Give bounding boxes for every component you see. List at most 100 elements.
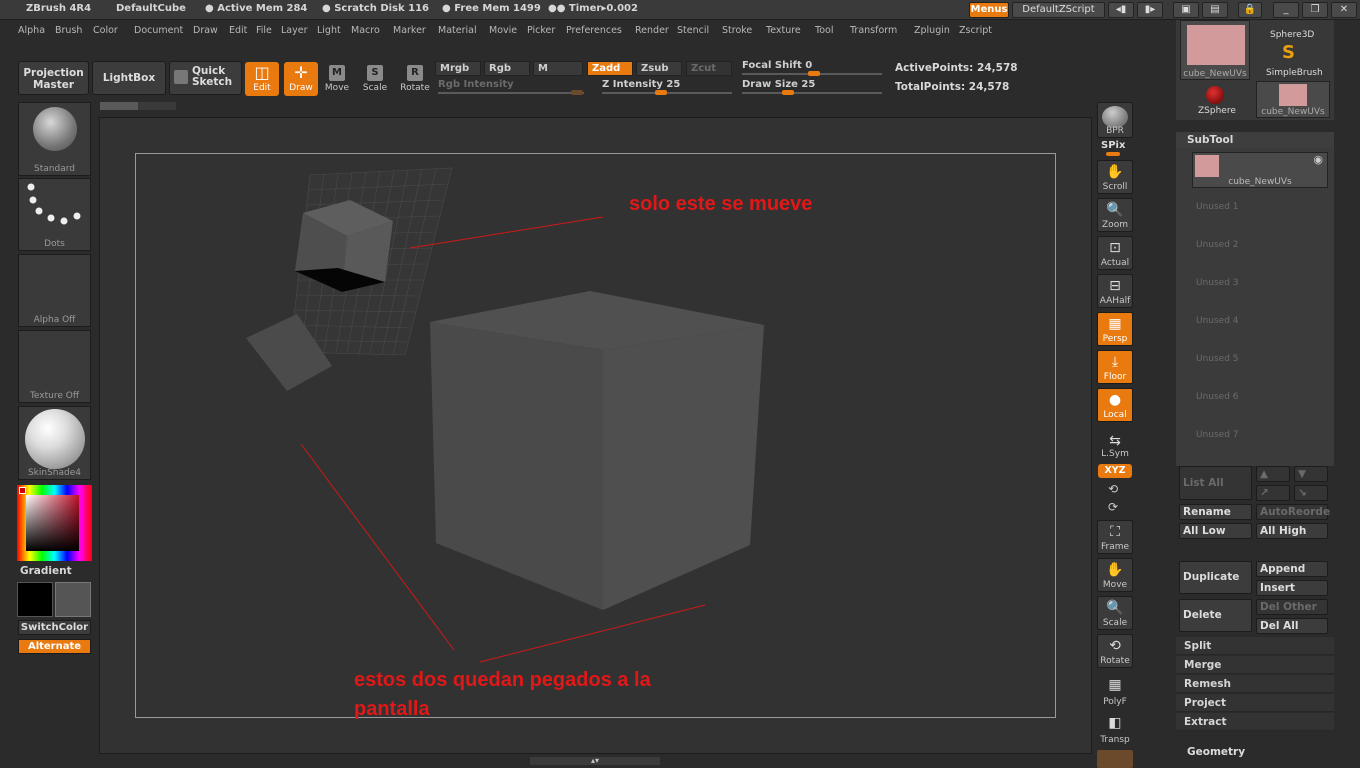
project-section[interactable]: Project [1176, 694, 1334, 712]
move-up-right-icon[interactable]: ↗ [1256, 485, 1290, 501]
move-view-label: Move [1102, 580, 1128, 590]
polyf-label: PolyF [1103, 697, 1127, 707]
scale-magnifier-icon: 🔍 [1106, 600, 1124, 616]
bpr-sphere-icon [1102, 106, 1128, 128]
scroll-button[interactable]: ✋ Scroll [1097, 160, 1133, 194]
actual-button[interactable]: ⊡ Actual [1097, 236, 1133, 270]
cube-thumb-main[interactable]: cube_NewUVs [1180, 20, 1250, 80]
move-down-right-icon[interactable]: ↘ [1294, 485, 1328, 501]
perspective-grid-icon: ▦ [1108, 316, 1122, 332]
lsym-button[interactable]: ⇆ L.Sym [1097, 430, 1133, 460]
transp-button[interactable]: ◧ Transp [1097, 712, 1133, 746]
local-button[interactable]: ● Local [1097, 388, 1133, 422]
aahalf-button[interactable]: ⊟ AAHalf [1097, 274, 1133, 308]
scale-view-button[interactable]: 🔍 Scale [1097, 596, 1133, 630]
actual-size-icon: ⊡ [1109, 240, 1121, 256]
simplebrush-label[interactable]: SimpleBrush [1266, 68, 1323, 78]
subtool-unused-2[interactable]: Unused 2 [1196, 240, 1239, 250]
simplebrush-icon: S [1282, 42, 1295, 63]
annotation-bottom-line1: estos dos quedan pegados a la [354, 669, 651, 691]
rename-button[interactable]: Rename [1179, 504, 1252, 520]
remesh-section[interactable]: Remesh [1176, 675, 1334, 693]
persp-button[interactable]: ▦ Persp [1097, 312, 1133, 346]
big-cube [430, 291, 764, 610]
subtool-active-item[interactable]: ◉ cube_NewUVs [1192, 152, 1328, 188]
cube-thumb-preview [1187, 25, 1245, 65]
subtool-unused-5[interactable]: Unused 5 [1196, 354, 1239, 364]
zoom-label: Zoom [1102, 220, 1128, 230]
frame-label: Frame [1100, 542, 1130, 552]
frame-button[interactable]: ⛶ Frame [1097, 520, 1133, 554]
rotate-view-button[interactable]: ⟲ Rotate [1097, 634, 1133, 668]
cube-thumb-second[interactable]: cube_NewUVs [1256, 81, 1330, 118]
geometry-header[interactable]: Geometry [1187, 746, 1245, 758]
cube-thumb-second-label: cube_NewUVs [1261, 107, 1325, 117]
subtool-visibility-icon[interactable]: ◉ [1313, 153, 1323, 166]
floor-button[interactable]: ⤓ Floor [1097, 350, 1133, 384]
subtool-header[interactable]: SubTool [1176, 132, 1334, 148]
rotate-view-icon: ⟲ [1109, 638, 1121, 654]
viewport-scene [246, 167, 764, 663]
split-section[interactable]: Split [1176, 637, 1334, 655]
transp-label: Transp [1100, 735, 1130, 745]
spix-slider[interactable] [1106, 152, 1120, 156]
duplicate-button[interactable]: Duplicate [1179, 561, 1252, 594]
local-icon: ● [1108, 392, 1122, 408]
subtool-active-name: cube_NewUVs [1228, 177, 1292, 187]
append-button[interactable]: Append [1256, 561, 1328, 577]
persp-label: Persp [1102, 334, 1128, 344]
scale-view-label: Scale [1102, 618, 1128, 628]
frame-icon: ⛶ [1110, 524, 1120, 540]
move-down-icon[interactable]: ▼ [1294, 466, 1328, 482]
spix-label[interactable]: SPix [1101, 140, 1125, 151]
rotate-view-label: Rotate [1100, 656, 1130, 666]
insert-button[interactable]: Insert [1256, 580, 1328, 596]
list-all-button[interactable]: List All [1179, 466, 1252, 500]
zoom-button[interactable]: 🔍 Zoom [1097, 198, 1133, 232]
tool-palette-thumbs: cube_NewUVs Sphere3D S SimpleBrush ZSphe… [1176, 20, 1334, 120]
subtool-thumb [1195, 155, 1219, 177]
subtool-unused-1[interactable]: Unused 1 [1196, 202, 1239, 212]
scroll-label: Scroll [1102, 182, 1128, 192]
extract-section[interactable]: Extract [1176, 713, 1334, 731]
del-all-button[interactable]: Del All [1256, 618, 1328, 634]
subtool-unused-6[interactable]: Unused 6 [1196, 392, 1239, 402]
del-other-button[interactable]: Del Other [1256, 599, 1328, 615]
move-up-icon[interactable]: ▲ [1256, 466, 1290, 482]
annotation-bottom-line2: pantalla [354, 698, 430, 720]
cube-thumb-label: cube_NewUVs [1183, 69, 1247, 79]
rotate-y-icon[interactable]: ⟲ [1108, 482, 1118, 496]
bottom-tray-handle[interactable]: ▴▾ [530, 757, 660, 765]
floor-label: Floor [1103, 372, 1127, 382]
sphere3d-label[interactable]: Sphere3D [1270, 30, 1314, 40]
annotation-top: solo este se mueve [629, 193, 813, 215]
lsym-label: L.Sym [1101, 449, 1129, 459]
aahalf-label: AAHalf [1099, 296, 1131, 306]
local-label: Local [1103, 410, 1127, 420]
zsphere-icon [1206, 86, 1224, 104]
delete-button[interactable]: Delete [1179, 599, 1252, 632]
move-hand-icon: ✋ [1106, 562, 1124, 578]
auto-reorder-button[interactable]: AutoReorde [1256, 504, 1330, 520]
transparency-icon: ◧ [1108, 715, 1122, 731]
actual-label: Actual [1100, 258, 1130, 268]
move-view-button[interactable]: ✋ Move [1097, 558, 1133, 592]
subtool-unused-7[interactable]: Unused 7 [1196, 430, 1239, 440]
cube-thumb-second-preview [1279, 84, 1307, 106]
zsphere-label[interactable]: ZSphere [1198, 106, 1236, 116]
polyf-button[interactable]: ▦ PolyF [1097, 674, 1133, 708]
all-high-button[interactable]: All High [1256, 523, 1328, 539]
subtool-unused-3[interactable]: Unused 3 [1196, 278, 1239, 288]
subtool-unused-4[interactable]: Unused 4 [1196, 316, 1239, 326]
subtool-list [1176, 148, 1334, 466]
all-low-button[interactable]: All Low [1179, 523, 1252, 539]
merge-section[interactable]: Merge [1176, 656, 1334, 674]
polyframe-icon: ▦ [1108, 677, 1122, 693]
lsym-arrows-icon: ⇆ [1109, 433, 1121, 449]
rotate-z-icon[interactable]: ⟳ [1108, 500, 1118, 514]
shelf-extra-button[interactable] [1097, 750, 1133, 768]
bpr-button[interactable]: BPR [1097, 102, 1133, 138]
bpr-label: BPR [1106, 126, 1124, 136]
xyz-button[interactable]: XYZ [1098, 464, 1132, 478]
magnifier-icon: 🔍 [1106, 202, 1124, 218]
